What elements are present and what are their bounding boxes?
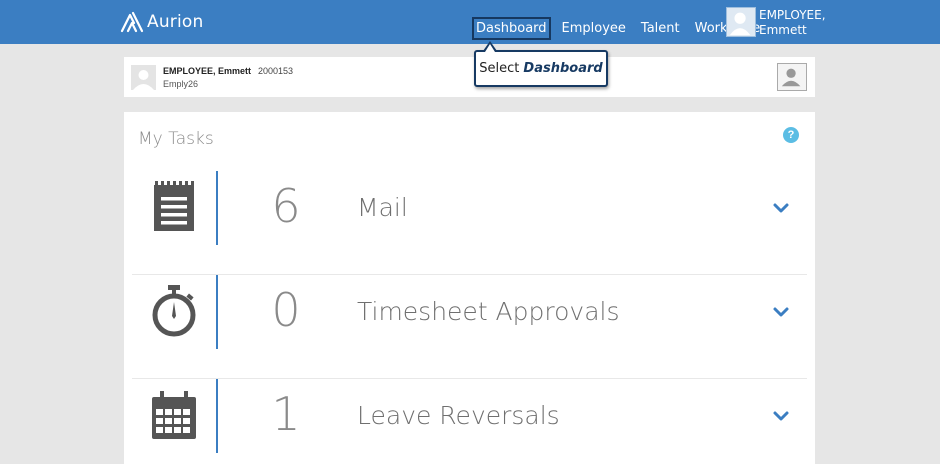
task-divider — [216, 275, 218, 349]
nav-employee[interactable]: Employee — [558, 17, 630, 40]
chevron-down-icon[interactable] — [772, 409, 790, 423]
task-label: Timesheet Approvals — [357, 297, 620, 326]
tooltip-prefix: Select — [479, 61, 520, 76]
user-name-line1: EMPLOYEE, — [759, 8, 826, 22]
employee-avatar-icon — [131, 65, 156, 90]
user-menu[interactable]: EMPLOYEE, Emmett — [726, 7, 826, 38]
main-nav: Dashboard Employee Talent Workforce — [472, 17, 764, 40]
task-row-timesheet-approvals[interactable]: 0 Timesheet Approvals — [132, 275, 807, 379]
task-label: Mail — [357, 193, 408, 222]
task-row-mail[interactable]: 6 Mail — [132, 171, 807, 275]
user-avatar-icon — [726, 7, 756, 37]
chevron-down-icon[interactable] — [772, 305, 790, 319]
employee-id: 2000153 — [258, 66, 294, 76]
brand-logo[interactable]: Aurion — [120, 9, 204, 35]
chevron-down-icon[interactable] — [772, 201, 790, 215]
task-count: 6 — [271, 179, 301, 233]
person-icon — [781, 68, 801, 87]
task-count: 1 — [271, 387, 301, 441]
guide-tooltip: Select Dashboard — [474, 50, 608, 87]
help-icon[interactable]: ? — [783, 127, 799, 143]
top-navigation-bar: Aurion Dashboard Employee Talent Workfor… — [0, 0, 940, 44]
tasks-title: My Tasks — [138, 129, 214, 149]
employee-context-bar: EMPLOYEE, Emmett 2000153 Emply26 — [124, 57, 815, 97]
task-divider — [216, 379, 218, 453]
employee-code: Emply26 — [163, 79, 199, 89]
aurion-logo-icon — [120, 11, 144, 33]
tooltip-arrow — [483, 41, 497, 52]
notepad-icon — [154, 181, 194, 231]
my-tasks-panel: My Tasks ? 6 Mail 0 Timesheet Approvals … — [124, 112, 815, 464]
user-name-line2: Emmett — [759, 23, 807, 37]
calendar-icon — [152, 391, 196, 439]
task-count: 0 — [271, 283, 301, 337]
stopwatch-icon — [152, 285, 196, 337]
employee-photo-button[interactable] — [777, 63, 807, 91]
tooltip-target: Dashboard — [523, 61, 603, 76]
nav-talent[interactable]: Talent — [637, 17, 684, 40]
employee-name: EMPLOYEE, Emmett — [163, 66, 252, 76]
brand-name: Aurion — [147, 12, 204, 32]
task-divider — [216, 171, 218, 245]
task-label: Leave Reversals — [357, 401, 560, 430]
user-name: EMPLOYEE, Emmett — [759, 8, 826, 38]
nav-dashboard[interactable]: Dashboard — [472, 17, 551, 40]
task-row-leave-reversals[interactable]: 1 Leave Reversals — [132, 379, 807, 464]
